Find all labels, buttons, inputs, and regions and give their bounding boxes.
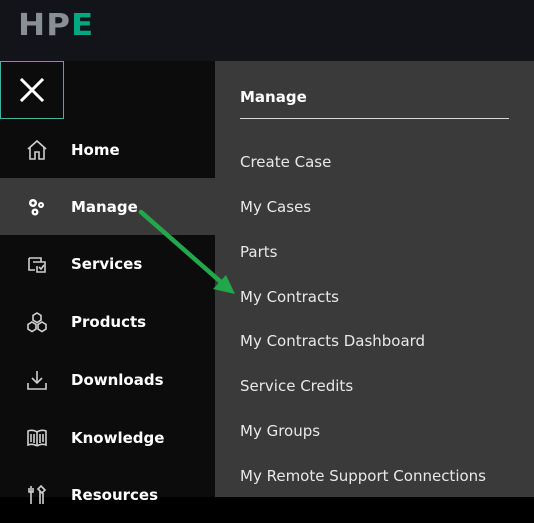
submenu-item-my-cases[interactable]: My Cases xyxy=(240,198,311,216)
close-menu-button[interactable] xyxy=(0,61,64,119)
divider xyxy=(240,118,509,119)
tools-icon xyxy=(25,483,49,507)
submenu-item-parts[interactable]: Parts xyxy=(240,243,277,261)
sidebar-item-downloads[interactable]: Downloads xyxy=(0,351,215,408)
sidebar-item-label: Downloads xyxy=(71,370,164,389)
manage-submenu: Manage Create Case My Cases Parts My Con… xyxy=(215,61,534,497)
sidebar: Home Manage Services Products Downloads … xyxy=(0,61,215,504)
submenu-item-my-groups[interactable]: My Groups xyxy=(240,422,320,440)
submenu-item-create-case[interactable]: Create Case xyxy=(240,153,331,171)
home-icon xyxy=(25,138,49,162)
sidebar-item-label: Knowledge xyxy=(71,428,165,447)
logo-e-text: E xyxy=(71,8,95,43)
close-icon xyxy=(19,77,45,103)
sidebar-item-label: Products xyxy=(71,312,147,331)
sidebar-item-label: Services xyxy=(71,254,143,273)
sidebar-item-products[interactable]: Products xyxy=(0,293,215,350)
services-icon xyxy=(25,252,49,276)
sidebar-item-label: Manage xyxy=(71,197,138,216)
sidebar-item-resources[interactable]: Resources xyxy=(0,466,215,523)
submenu-item-my-contracts[interactable]: My Contracts xyxy=(240,288,339,306)
cubes-icon xyxy=(25,310,49,334)
submenu-item-my-remote-support-connections[interactable]: My Remote Support Connections xyxy=(240,467,486,485)
hpe-logo[interactable]: HPE xyxy=(18,11,94,41)
submenu-item-my-contracts-dashboard[interactable]: My Contracts Dashboard xyxy=(240,332,425,350)
logo-hp-text: HP xyxy=(18,8,72,43)
sidebar-item-manage[interactable]: Manage xyxy=(0,178,215,235)
submenu-item-service-credits[interactable]: Service Credits xyxy=(240,377,353,395)
download-icon xyxy=(25,368,49,392)
sidebar-item-home[interactable]: Home xyxy=(0,121,215,178)
top-bar: HPE xyxy=(0,0,534,61)
sidebar-item-label: Home xyxy=(71,140,120,159)
sidebar-item-knowledge[interactable]: Knowledge xyxy=(0,409,215,466)
sidebar-item-label: Resources xyxy=(71,485,159,504)
book-icon xyxy=(25,426,49,450)
submenu-title: Manage xyxy=(240,88,307,106)
gears-icon xyxy=(25,195,49,219)
sidebar-item-services[interactable]: Services xyxy=(0,235,215,292)
